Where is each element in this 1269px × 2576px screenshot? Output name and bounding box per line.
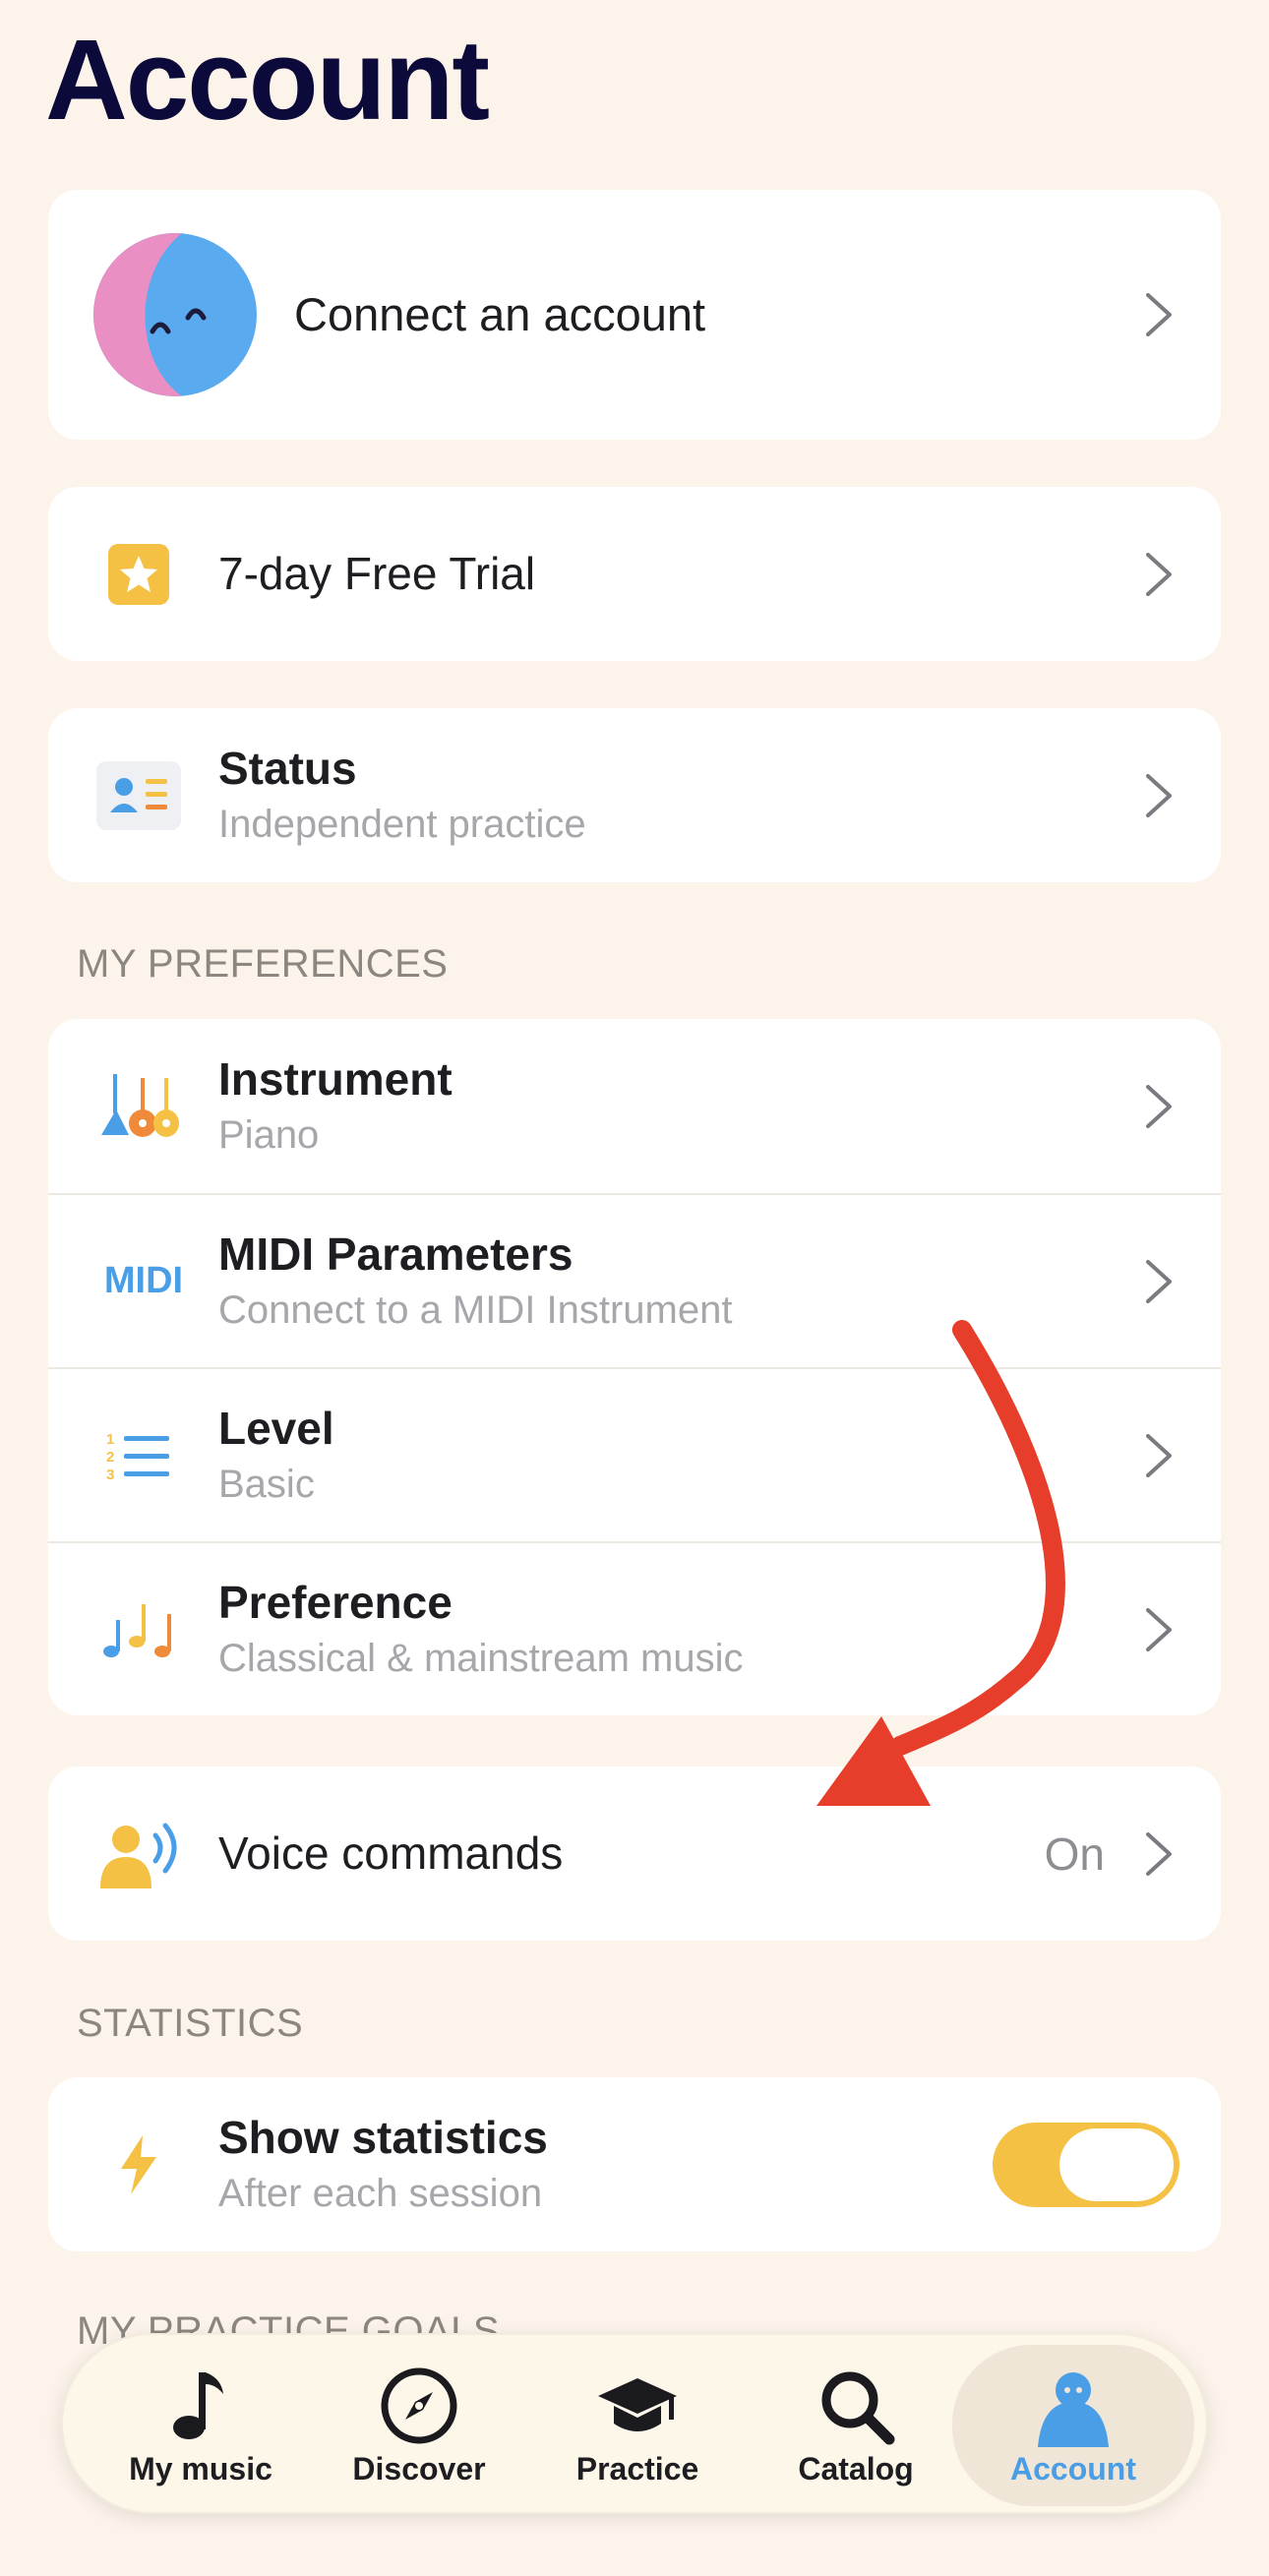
free-trial-row[interactable]: 7-day Free Trial [48, 487, 1221, 661]
tab-account[interactable]: Account [952, 2345, 1194, 2506]
level-row[interactable]: 1 2 3 Level Basic [48, 1367, 1221, 1541]
chevron-right-icon [1142, 772, 1176, 819]
page-title: Account [45, 16, 490, 144]
lightning-icon [93, 2120, 184, 2210]
free-trial-label: 7-day Free Trial [218, 547, 536, 599]
account-icon [1038, 2371, 1109, 2447]
chevron-right-icon [1142, 1083, 1176, 1130]
instrument-row[interactable]: Instrument Piano [48, 1019, 1221, 1193]
music-note-icon [173, 2371, 223, 2439]
instruments-icon [93, 1061, 184, 1152]
id-card-icon [93, 750, 184, 841]
show-statistics-row: Show statistics After each session [48, 2077, 1221, 2251]
svg-text:2: 2 [106, 1449, 114, 1466]
chevron-right-icon [1142, 1432, 1176, 1479]
search-icon [821, 2371, 895, 2444]
tab-label: My music [129, 2450, 272, 2486]
tab-catalog[interactable]: Catalog [748, 2335, 964, 2516]
preference-row[interactable]: Preference Classical & mainstream music [48, 1541, 1221, 1715]
graduation-cap-icon [598, 2377, 677, 2431]
voice-commands-value: On [1044, 1827, 1105, 1880]
tab-bar: My music Discover Practice Catalog Accou… [61, 2333, 1208, 2514]
free-trial-card[interactable]: 7-day Free Trial [48, 487, 1221, 661]
voice-commands-label: Voice commands [218, 1827, 564, 1879]
chevron-right-icon [1142, 1258, 1176, 1305]
avatar [93, 233, 257, 396]
level-label: Level [218, 1402, 334, 1454]
tab-practice[interactable]: Practice [529, 2335, 746, 2516]
voice-commands-card[interactable]: Voice commands On [48, 1767, 1221, 1941]
chevron-right-icon [1142, 1830, 1176, 1878]
status-value: Independent practice [218, 803, 586, 847]
svg-text:1: 1 [106, 1431, 114, 1448]
chevron-right-icon [1142, 1606, 1176, 1653]
voice-commands-row[interactable]: Voice commands On [48, 1767, 1221, 1941]
music-notes-icon [93, 1585, 184, 1675]
midi-parameters-label: MIDI Parameters [218, 1228, 574, 1280]
tab-label: Account [1010, 2450, 1136, 2486]
status-card[interactable]: Status Independent practice [48, 708, 1221, 882]
tab-label: Discover [352, 2450, 486, 2486]
compass-icon [381, 2367, 457, 2443]
connect-account-card[interactable]: Connect an account [48, 190, 1221, 440]
connect-account-label: Connect an account [294, 287, 706, 340]
midi-parameters-value: Connect to a MIDI Instrument [218, 1288, 733, 1333]
tab-discover[interactable]: Discover [311, 2335, 527, 2516]
connect-account-row[interactable]: Connect an account [48, 190, 1221, 440]
voice-person-icon [93, 1809, 184, 1899]
tab-label: Catalog [798, 2450, 914, 2486]
midi-icon: MIDI [103, 1260, 184, 1301]
numbered-list-icon: 1 2 3 [93, 1410, 184, 1501]
statistics-card: Show statistics After each session [48, 2077, 1221, 2251]
preference-value: Classical & mainstream music [218, 1637, 744, 1681]
section-header-preferences: MY PREFERENCES [77, 942, 449, 986]
chevron-right-icon [1142, 551, 1176, 598]
show-statistics-sub: After each session [218, 2172, 543, 2216]
star-icon [93, 529, 184, 620]
midi-parameters-row[interactable]: MIDI MIDI Parameters Connect to a MIDI I… [48, 1193, 1221, 1367]
preferences-card: Instrument Piano MIDI MIDI Parameters Co… [48, 1019, 1221, 1715]
instrument-value: Piano [218, 1113, 320, 1158]
svg-text:3: 3 [106, 1467, 114, 1483]
tab-my-music[interactable]: My music [92, 2335, 309, 2516]
tab-label: Practice [575, 2450, 699, 2486]
show-statistics-toggle[interactable] [993, 2122, 1179, 2207]
status-row[interactable]: Status Independent practice [48, 708, 1221, 882]
preference-label: Preference [218, 1576, 453, 1628]
status-label: Status [218, 742, 357, 794]
instrument-label: Instrument [218, 1052, 453, 1105]
level-value: Basic [218, 1463, 315, 1507]
toggle-knob [1059, 2127, 1174, 2201]
show-statistics-label: Show statistics [218, 2111, 548, 2163]
chevron-right-icon [1142, 291, 1176, 338]
section-header-statistics: STATISTICS [77, 2002, 304, 2045]
